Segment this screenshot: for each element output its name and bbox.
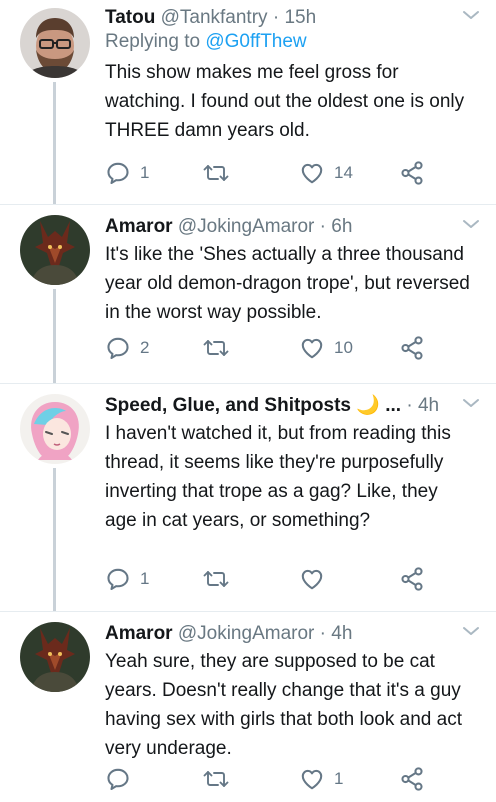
thread-line	[53, 82, 56, 205]
reply-button[interactable]: 1	[105, 160, 149, 186]
timestamp[interactable]: 4h	[331, 623, 352, 644]
reply-button[interactable]: 2	[105, 335, 149, 361]
like-count: 14	[334, 163, 353, 182]
display-name[interactable]: Amaror	[105, 623, 173, 644]
chevron-down-icon[interactable]	[462, 624, 480, 638]
replying-to-handle[interactable]: @G0ffThew	[205, 31, 306, 52]
retweet-icon	[203, 767, 229, 791]
tweet-text: This show makes me feel gross for watchi…	[105, 62, 465, 141]
tweet-header: Amaror @JokingAmaror · 6h	[105, 215, 472, 239]
replying-prefix: Replying to	[105, 31, 206, 52]
separator-dot: ·	[401, 395, 418, 416]
share-button[interactable]	[399, 766, 425, 792]
name-truncation: ...	[385, 395, 402, 416]
tweet[interactable]: Amaror @JokingAmaror · 4h Yeah sure, the…	[0, 612, 496, 802]
like-icon	[299, 566, 325, 592]
like-button[interactable]: 10	[299, 335, 353, 361]
thread-line	[53, 468, 56, 612]
chevron-down-icon[interactable]	[462, 8, 480, 22]
replying-to: Replying to @G0ffThew	[105, 30, 472, 54]
like-button[interactable]	[299, 566, 334, 592]
tweet[interactable]: Amaror @JokingAmaror · 6h It's like the …	[0, 205, 496, 384]
reply-thread: Tatou @Tankfantry · 15h Replying to @G0f…	[0, 0, 496, 802]
tweet-text: I haven't watched it, but from reading t…	[105, 423, 451, 531]
tweet-header: Tatou @Tankfantry · 15h	[105, 6, 472, 30]
tweet-actions: 1	[105, 566, 435, 592]
like-icon	[299, 335, 325, 361]
reply-icon	[105, 566, 131, 592]
anime-girl-avatar[interactable]	[20, 394, 90, 464]
timestamp[interactable]: 15h	[284, 7, 316, 28]
separator-dot: ·	[267, 7, 285, 28]
retweet-button[interactable]	[203, 566, 238, 592]
tweet-text: It's like the 'Shes actually a three tho…	[105, 244, 470, 323]
display-name[interactable]: Speed, Glue, and Shitposts	[105, 395, 351, 416]
reply-icon	[105, 160, 131, 186]
reply-icon	[105, 766, 131, 792]
like-button[interactable]: 1	[299, 766, 343, 792]
share-icon	[399, 566, 425, 592]
reply-button[interactable]	[105, 766, 140, 792]
retweet-icon	[203, 161, 229, 185]
retweet-icon	[203, 567, 229, 591]
tweet[interactable]: Tatou @Tankfantry · 15h Replying to @G0f…	[0, 0, 496, 205]
tweet-actions: 2 10	[105, 335, 435, 361]
tweet-header: Amaror @JokingAmaror · 4h	[105, 622, 472, 646]
timestamp[interactable]: 4h	[418, 395, 439, 416]
tweet-actions: 1 14	[105, 160, 435, 186]
share-icon	[399, 335, 425, 361]
tweet-actions: 1	[105, 766, 435, 792]
separator-dot: ·	[314, 216, 332, 237]
like-button[interactable]: 14	[299, 160, 353, 186]
share-button[interactable]	[399, 335, 425, 361]
chevron-down-icon[interactable]	[462, 396, 480, 410]
tweet-text: Yeah sure, they are supposed to be cat y…	[105, 651, 462, 759]
share-button[interactable]	[399, 160, 425, 186]
like-count: 10	[334, 338, 353, 357]
retweet-button[interactable]	[203, 335, 238, 361]
reply-icon	[105, 335, 131, 361]
like-count: 1	[334, 769, 344, 788]
like-icon	[299, 766, 325, 792]
like-icon	[299, 160, 325, 186]
display-name[interactable]: Amaror	[105, 216, 173, 237]
user-handle[interactable]: @Tankfantry	[161, 7, 268, 28]
reply-count: 1	[140, 569, 150, 588]
thread-line	[53, 289, 56, 384]
moon-emoji: 🌙	[356, 395, 380, 416]
bearded-man-glasses-avatar[interactable]	[20, 8, 90, 78]
reply-count: 1	[140, 163, 150, 182]
share-button[interactable]	[399, 566, 425, 592]
share-icon	[399, 160, 425, 186]
user-handle[interactable]: @JokingAmaror	[178, 216, 315, 237]
user-handle[interactable]: @JokingAmaror	[178, 623, 315, 644]
dragon-avatar[interactable]	[20, 215, 90, 285]
dragon-avatar[interactable]	[20, 622, 90, 692]
reply-button[interactable]: 1	[105, 566, 149, 592]
reply-count: 2	[140, 338, 150, 357]
timestamp[interactable]: 6h	[331, 216, 352, 237]
retweet-button[interactable]	[203, 766, 238, 792]
tweet-header: Speed, Glue, and Shitposts 🌙 ... · 4h	[105, 394, 472, 418]
display-name[interactable]: Tatou	[105, 7, 155, 28]
retweet-icon	[203, 336, 229, 360]
chevron-down-icon[interactable]	[462, 217, 480, 231]
share-icon	[399, 766, 425, 792]
retweet-button[interactable]	[203, 160, 238, 186]
separator-dot: ·	[314, 623, 332, 644]
tweet[interactable]: Speed, Glue, and Shitposts 🌙 ... · 4h I …	[0, 384, 496, 612]
